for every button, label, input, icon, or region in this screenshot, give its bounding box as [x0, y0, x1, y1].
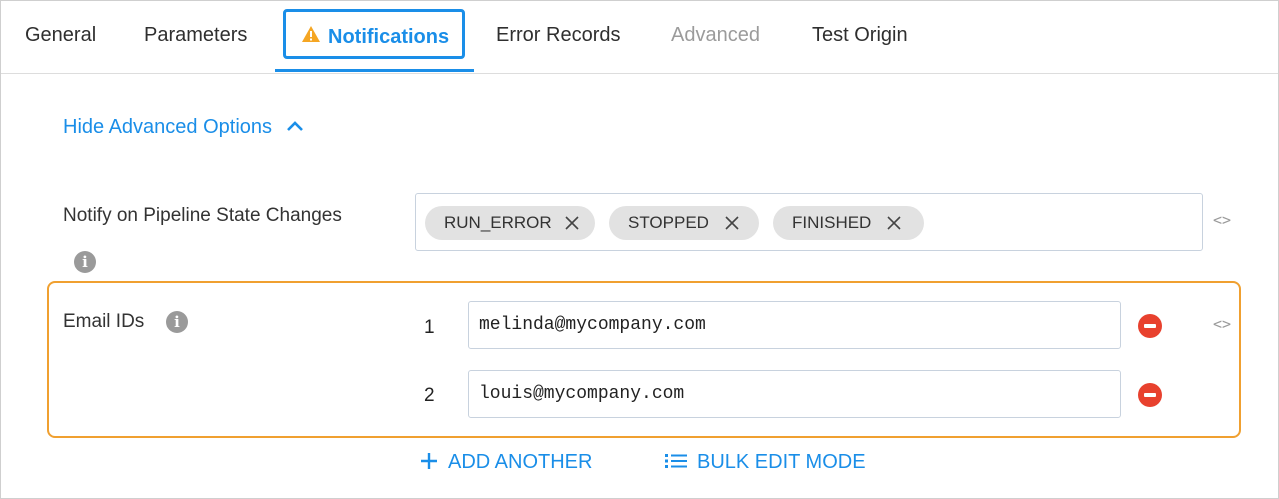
list-icon [665, 453, 687, 468]
notify-field-label: Notify on Pipeline State Changes [63, 205, 342, 226]
remove-row-button[interactable] [1138, 383, 1162, 407]
close-icon[interactable] [721, 206, 743, 240]
tab-notifications-label: Notifications [328, 26, 450, 48]
info-icon[interactable]: i [166, 311, 188, 333]
tab-error-records[interactable]: Error Records [496, 1, 620, 71]
chip-label: RUN_ERROR [444, 213, 552, 232]
tab-parameters[interactable]: Parameters [144, 1, 247, 71]
chip-label: FINISHED [792, 213, 872, 232]
bulk-edit-mode-label: BULK EDIT MODE [697, 451, 866, 473]
code-toggle-icon[interactable]: <> [1213, 211, 1231, 229]
chip-run-error: RUN_ERROR [425, 206, 595, 240]
hide-advanced-options-link[interactable]: Hide Advanced Options [63, 116, 304, 139]
tab-notifications[interactable]: Notifications [283, 9, 465, 59]
tab-general[interactable]: General [25, 1, 96, 71]
close-icon[interactable] [561, 206, 583, 240]
chevron-up-icon [286, 121, 303, 132]
bulk-edit-mode-button[interactable]: BULK EDIT MODE [665, 451, 866, 474]
info-icon[interactable]: i [74, 251, 96, 273]
notifications-panel: General Parameters Notifications Error R… [0, 0, 1279, 499]
chip-finished: FINISHED [773, 206, 924, 240]
tab-advanced[interactable]: Advanced [671, 1, 760, 71]
row-number: 1 [424, 317, 435, 338]
tab-test-origin[interactable]: Test Origin [812, 1, 908, 71]
add-another-button[interactable]: ADD ANOTHER [420, 451, 592, 474]
row-number: 2 [424, 385, 435, 406]
add-another-label: ADD ANOTHER [448, 451, 593, 473]
warning-icon [302, 11, 320, 61]
email-input[interactable]: louis@mycompany.com [468, 370, 1121, 418]
remove-row-button[interactable] [1138, 314, 1162, 338]
tab-bar: General Parameters Notifications Error R… [1, 1, 1278, 74]
hide-advanced-options-label: Hide Advanced Options [63, 116, 273, 138]
chip-label: STOPPED [628, 213, 709, 232]
chip-stopped: STOPPED [609, 206, 759, 240]
active-tab-indicator [275, 69, 474, 72]
close-icon[interactable] [883, 206, 905, 240]
state-changes-multiselect[interactable]: RUN_ERROR STOPPED FINISHED [415, 193, 1203, 251]
email-input[interactable]: melinda@mycompany.com [468, 301, 1121, 349]
code-toggle-icon[interactable]: <> [1213, 315, 1231, 333]
email-ids-label: Email IDs [63, 311, 145, 332]
plus-icon [421, 452, 437, 469]
